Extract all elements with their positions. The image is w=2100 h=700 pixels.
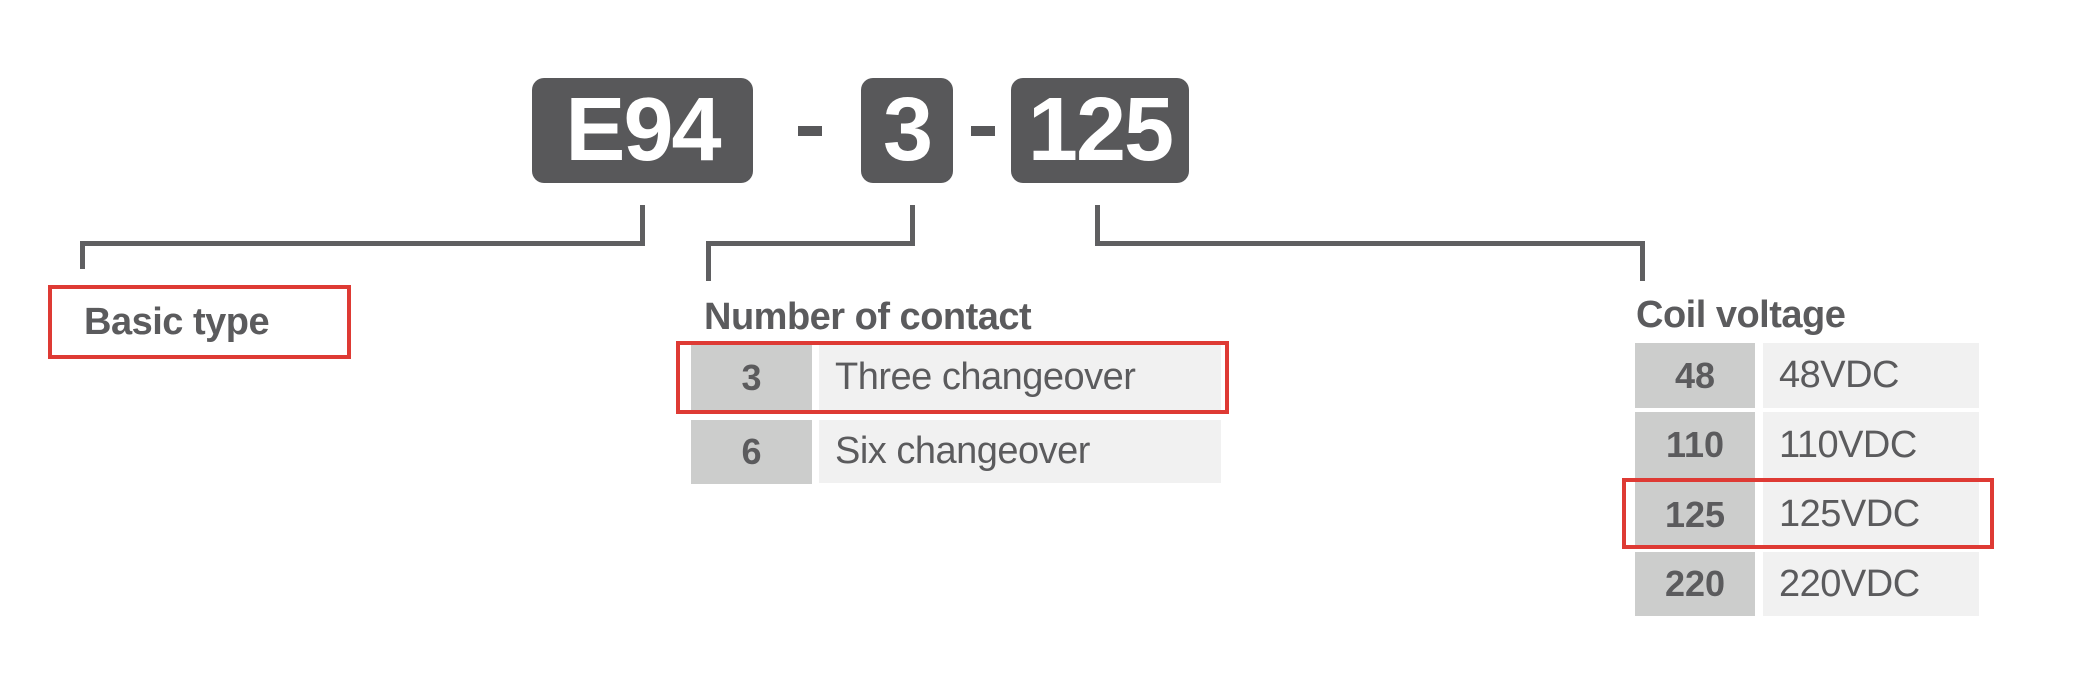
segment-contacts: 3	[861, 78, 953, 183]
selected-coil-highlight	[1622, 478, 1994, 549]
coil-desc-cell: 110VDC	[1763, 412, 1979, 478]
connector-line	[80, 241, 85, 269]
coil-desc-cell: 48VDC	[1763, 343, 1979, 408]
connector-line	[1095, 205, 1100, 246]
separator-dash	[798, 126, 822, 136]
contacts-heading: Number of contact	[704, 296, 1032, 338]
selected-contact-highlight	[676, 341, 1229, 414]
coil-code-cell: 48	[1635, 343, 1755, 408]
separator-dash	[971, 126, 995, 136]
connector-line	[1640, 241, 1645, 281]
connector-line	[910, 205, 915, 246]
coil-heading: Coil voltage	[1636, 294, 1846, 336]
connector-line	[706, 241, 915, 246]
basic-type-label: Basic type	[48, 285, 351, 359]
connector-line	[1095, 241, 1645, 246]
segment-basic-type: E94	[532, 78, 753, 183]
coil-code-cell: 220	[1635, 552, 1755, 616]
connector-line	[706, 241, 711, 281]
connector-line	[640, 205, 645, 246]
contact-code-cell: 6	[691, 420, 812, 484]
coil-code-cell: 110	[1635, 412, 1755, 478]
connector-line	[80, 241, 645, 246]
contact-desc-cell: Six changeover	[819, 420, 1221, 483]
segment-coil-voltage: 125	[1011, 78, 1189, 183]
coil-desc-cell: 220VDC	[1763, 552, 1979, 616]
